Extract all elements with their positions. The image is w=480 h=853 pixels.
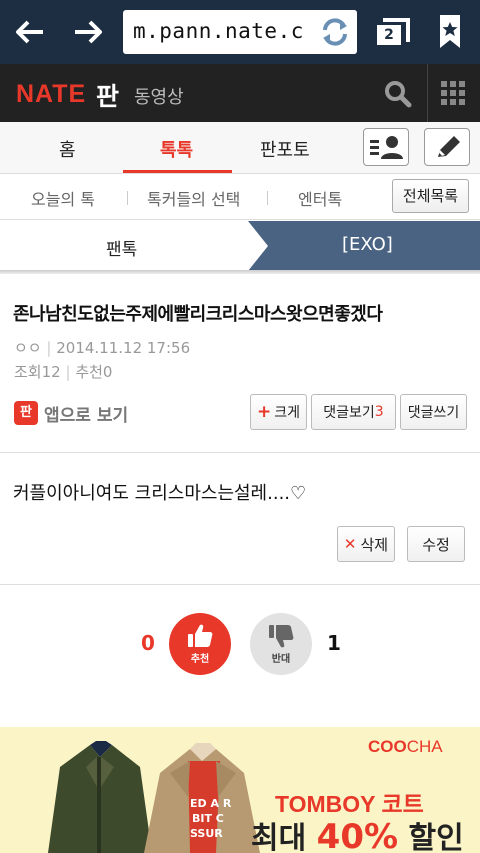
active-tab-indicator [123, 170, 232, 173]
header-divider [427, 64, 428, 122]
view-comments-label: 댓글보기 [323, 405, 375, 421]
delete-button[interactable]: ✕ 삭제 [337, 526, 395, 562]
breadcrumb-shadow [0, 270, 480, 274]
delete-label: 삭제 [360, 535, 389, 554]
tab-count: 2 [377, 25, 401, 45]
divider [267, 191, 268, 205]
site-header: NATE 판 동영상 [0, 64, 480, 122]
main-tabs: 홈 톡톡 판포토 [0, 122, 480, 174]
url-text: m.pann.nate.c [133, 19, 304, 43]
tab-home[interactable]: 홈 [59, 136, 76, 162]
coocha-logo: COOCHA [368, 737, 443, 757]
comment-count: 3 [374, 404, 384, 420]
post-content: 커플이아니여도 크리스마스는설레....♡ [13, 483, 307, 504]
my-page-button[interactable] [363, 128, 409, 166]
plus-icon: + [256, 402, 272, 422]
ad-banner[interactable]: ED A R BIT C SSUR COOCHA TOMBOY 코트 최대 40… [0, 727, 480, 853]
post-title: 존나남친도없는주제에빨리크리스마스왓으면좋겠다 [13, 304, 383, 325]
svg-text:SSUR: SSUR [190, 827, 223, 840]
pencil-icon [438, 136, 460, 157]
close-icon: ✕ [343, 535, 357, 553]
url-bar[interactable]: m.pann.nate.c [123, 10, 357, 54]
write-comment-label: 댓글쓰기 [407, 405, 460, 421]
oppose-label: 반대 [271, 654, 291, 665]
thumbs-up-icon [188, 624, 213, 647]
ad-discount-percent: 40% [316, 817, 399, 853]
post-date: 2014.11.12 17:56 [56, 339, 191, 357]
search-icon [385, 81, 412, 108]
pann-app-icon: 판 [14, 401, 38, 425]
tab-toktok[interactable]: 톡톡 [160, 136, 193, 162]
refresh-icon [323, 18, 347, 46]
write-comment-button[interactable]: 댓글쓰기 [400, 394, 467, 430]
breadcrumb-board[interactable]: [EXO] [342, 234, 393, 255]
ad-discount: 최대 40% 할인 [251, 813, 464, 853]
edit-button[interactable]: 수정 [407, 526, 465, 562]
breadcrumb-category[interactable]: 팬톡 [106, 235, 137, 260]
post-meta: ㅇㅇ | 2014.11.12 17:56 [14, 339, 191, 357]
nate-logo[interactable]: NATE [16, 80, 86, 109]
ad-discount-prefix: 최대 [251, 821, 307, 853]
svg-text:ED A R: ED A R [190, 797, 232, 810]
post-author: ㅇㅇ [14, 339, 42, 357]
recommend-button[interactable]: 추천 [169, 613, 231, 675]
edit-label: 수정 [422, 535, 450, 554]
coocha-logo-b: CHA [406, 737, 443, 756]
video-link[interactable]: 동영상 [134, 83, 184, 109]
write-button[interactable] [424, 128, 470, 166]
oppose-button[interactable]: 반대 [250, 613, 312, 675]
post-recommends: 추천0 [75, 363, 113, 381]
oppose-count: 1 [327, 631, 341, 655]
font-size-label: 크게 [274, 405, 300, 421]
divider [0, 452, 480, 453]
sub-nav: 오늘의 톡 톡커들의 선택 엔터톡 전체목록 [0, 174, 480, 220]
search-button[interactable] [382, 78, 414, 110]
ad-discount-suffix: 할인 [408, 821, 464, 853]
view-comments-button[interactable]: 댓글보기 3 [311, 394, 396, 430]
tab-panpoto[interactable]: 판포토 [260, 136, 310, 162]
back-arrow-icon [16, 20, 43, 44]
pan-logo[interactable]: 판 [96, 77, 119, 113]
post-views: 조회12 [14, 363, 61, 381]
font-size-button[interactable]: + 크게 [250, 394, 307, 430]
coocha-logo-a: COO [368, 737, 407, 756]
svg-text:BIT C: BIT C [192, 812, 224, 825]
user-list-icon [370, 136, 403, 159]
app-view-link[interactable]: 판 앱으로 보기 [14, 400, 128, 426]
sub-nav-enter[interactable]: 엔터톡 [298, 186, 342, 210]
sub-nav-today[interactable]: 오늘의 톡 [31, 186, 95, 210]
menu-grid-icon[interactable] [441, 81, 465, 105]
tabs-button[interactable]: 2 [370, 12, 414, 52]
bookmark-button[interactable] [432, 12, 468, 52]
post-stats: 조회12 | 추천0 [14, 363, 113, 381]
breadcrumb-arrow [248, 221, 268, 271]
forward-arrow-icon [75, 20, 102, 44]
recommend-label: 추천 [190, 654, 210, 665]
forward-button[interactable] [66, 10, 110, 54]
bookmark-icon [440, 15, 460, 48]
thumbs-down-icon [269, 625, 294, 648]
divider [0, 584, 480, 585]
breadcrumb: 팬톡 [EXO] [0, 221, 480, 271]
coat-model-illustration: ED A R BIT C SSUR [48, 741, 260, 853]
back-button[interactable] [8, 10, 52, 54]
divider [127, 191, 128, 205]
sub-nav-choice[interactable]: 톡커들의 선택 [147, 186, 240, 210]
all-list-button[interactable]: 전체목록 [392, 179, 469, 213]
browser-toolbar: m.pann.nate.c 2 [0, 0, 480, 64]
app-view-label: 앱으로 보기 [44, 405, 129, 426]
refresh-button[interactable] [313, 10, 357, 54]
recommend-count: 0 [141, 631, 155, 655]
